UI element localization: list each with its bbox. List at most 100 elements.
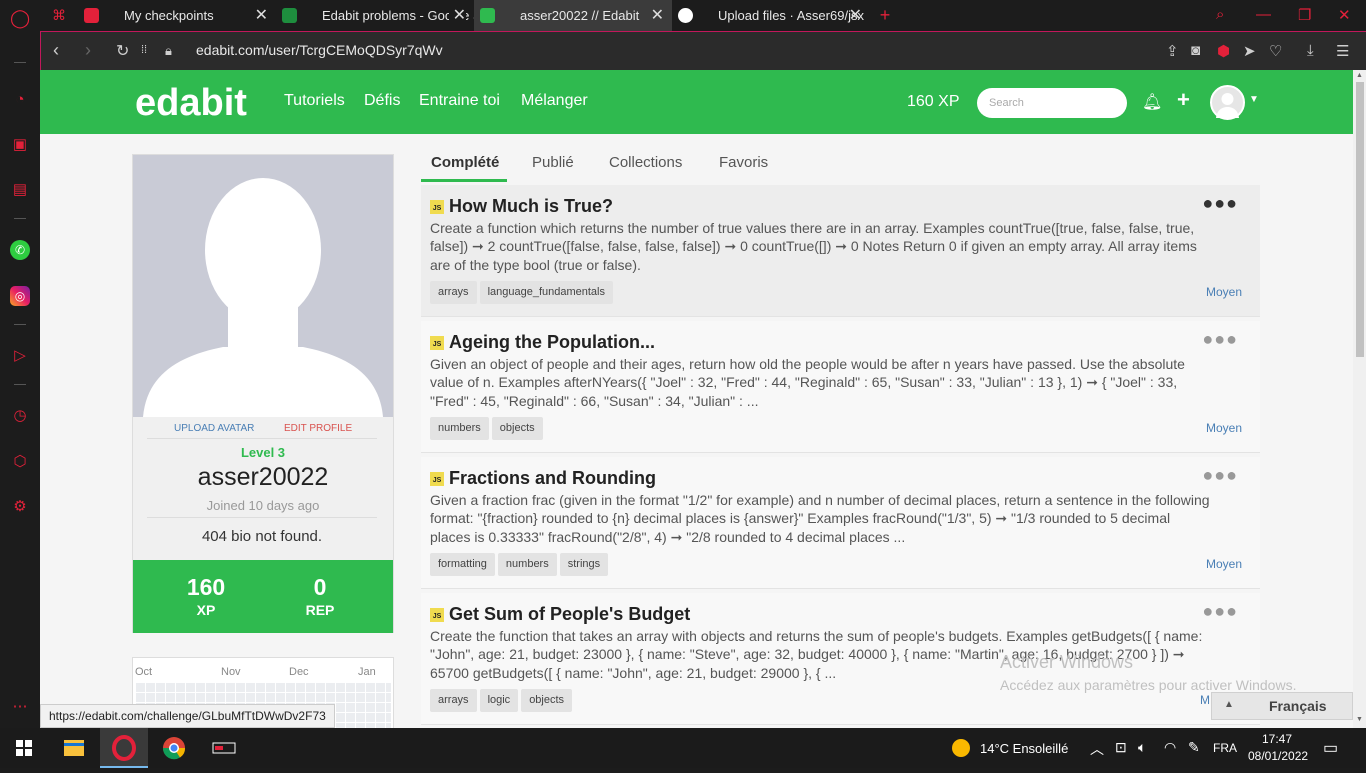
tab-my-checkpoints[interactable]: My checkpoints ✕ bbox=[78, 0, 276, 31]
upload-avatar-link[interactable]: UPLOAD AVATAR bbox=[174, 423, 254, 434]
nav-shuffle[interactable]: Mélanger bbox=[521, 92, 588, 110]
tag[interactable]: objects bbox=[521, 689, 573, 712]
whatsapp-icon[interactable]: ✆ bbox=[10, 240, 30, 260]
clock-time[interactable]: 17:47 bbox=[1262, 732, 1292, 746]
sun-icon[interactable] bbox=[952, 739, 970, 757]
nav-challenges[interactable]: Défis bbox=[364, 92, 400, 110]
bell-icon[interactable]: 🔔︎ bbox=[1142, 92, 1162, 112]
restore-icon[interactable]: ❐ bbox=[1298, 6, 1311, 24]
tab-completed[interactable]: Complété bbox=[431, 154, 499, 171]
language-selector[interactable]: ▲ Français bbox=[1211, 692, 1353, 720]
menu-icon[interactable]: ☰ bbox=[1336, 42, 1349, 60]
challenge-card[interactable]: JS How Much is True? ●●● Create a functi… bbox=[421, 185, 1260, 317]
challenge-title[interactable]: Ageing the Population... bbox=[449, 332, 655, 353]
new-tab-button[interactable]: + bbox=[870, 0, 900, 31]
search-input[interactable] bbox=[977, 88, 1127, 118]
tag[interactable]: formatting bbox=[430, 553, 495, 576]
wifi-icon[interactable]: ◠ bbox=[1164, 739, 1176, 756]
f1-game-taskbar-button[interactable] bbox=[200, 728, 248, 768]
clock-date[interactable]: 08/01/2022 bbox=[1248, 749, 1308, 763]
tab-upload-files[interactable]: Upload files · Asser69/jsx ✕ bbox=[672, 0, 870, 31]
tab-edabit-problems[interactable]: Edabit problems - Google S ✕ bbox=[276, 0, 474, 31]
history-icon[interactable]: ◷ bbox=[10, 406, 30, 426]
meet-now-icon[interactable]: ⊡ bbox=[1115, 739, 1127, 756]
scrollbar-thumb[interactable] bbox=[1356, 82, 1364, 357]
more-options-icon[interactable]: ●●● bbox=[1202, 601, 1238, 622]
window-close-icon[interactable]: ✕ bbox=[1338, 6, 1351, 24]
close-icon[interactable]: ✕ bbox=[849, 0, 862, 31]
instagram-icon[interactable]: ◎ bbox=[10, 286, 30, 306]
nav-tutorials[interactable]: Tutoriels bbox=[284, 92, 345, 110]
bag-icon[interactable]: ▣ bbox=[10, 135, 30, 155]
camera-icon[interactable]: ◙ bbox=[1191, 42, 1200, 59]
tag[interactable]: objects bbox=[491, 417, 543, 440]
more-icon[interactable]: ⋯ bbox=[10, 697, 30, 717]
minimize-icon[interactable]: — bbox=[1256, 6, 1271, 23]
tag[interactable]: arrays bbox=[430, 281, 477, 304]
close-icon[interactable]: ✕ bbox=[448, 0, 466, 31]
weather-text[interactable]: 14°C Ensoleillé bbox=[980, 741, 1068, 756]
tab-favorites[interactable]: Favoris bbox=[719, 154, 768, 171]
challenge-card[interactable]: JS Fractions and Rounding ●●● Given a fr… bbox=[421, 457, 1260, 589]
lock-icon[interactable]: 🔒︎ bbox=[165, 43, 172, 59]
notification-icon[interactable]: ▭ bbox=[1323, 738, 1338, 758]
pen-icon[interactable]: ✎ bbox=[1188, 739, 1200, 756]
scroll-down-icon[interactable]: ▼ bbox=[1356, 716, 1363, 723]
opera-logo-icon[interactable]: ◯ bbox=[10, 8, 30, 28]
challenge-title[interactable]: Fractions and Rounding bbox=[449, 468, 656, 489]
tab-collections[interactable]: Collections bbox=[609, 154, 682, 171]
tag[interactable]: strings bbox=[559, 553, 609, 576]
forward-icon[interactable]: › bbox=[85, 40, 91, 61]
tag[interactable]: numbers bbox=[497, 553, 557, 576]
more-options-icon[interactable]: ●●● bbox=[1202, 193, 1238, 214]
download-icon[interactable]: ⤓ bbox=[1307, 42, 1314, 59]
tag[interactable]: arrays bbox=[430, 689, 477, 712]
close-icon[interactable]: ✕ bbox=[651, 0, 664, 31]
input-language[interactable]: FRA bbox=[1213, 741, 1237, 755]
folder-icon bbox=[64, 740, 84, 756]
adblock-icon[interactable]: ⬢ bbox=[1217, 42, 1230, 60]
challenge-title[interactable]: How Much is True? bbox=[449, 196, 613, 217]
url-field[interactable]: edabit.com/user/TcrgCEMoQDSyr7qWv bbox=[196, 42, 443, 58]
avatar[interactable] bbox=[1210, 85, 1245, 120]
start-button[interactable] bbox=[0, 728, 48, 768]
nav-practice[interactable]: Entraine toi bbox=[419, 92, 500, 110]
speed-dial-icon[interactable]: ⁞⁞ bbox=[141, 44, 147, 56]
send-icon[interactable]: ➤ bbox=[1243, 42, 1256, 60]
settings-icon[interactable]: ⚙ bbox=[10, 497, 30, 517]
challenge-card[interactable]: JS Get Sum of People's Budget ●●● Create… bbox=[421, 593, 1260, 725]
cube-icon[interactable]: ⬡ bbox=[10, 452, 30, 472]
speedometer-icon[interactable]: ◔ bbox=[10, 90, 30, 110]
heart-icon[interactable]: ♡ bbox=[1269, 42, 1282, 60]
more-options-icon[interactable]: ●●● bbox=[1202, 465, 1238, 486]
speaker-icon[interactable]: 🔈︎ bbox=[1138, 739, 1146, 756]
file-explorer-button[interactable] bbox=[50, 728, 98, 768]
tag[interactable]: logic bbox=[479, 689, 519, 712]
challenge-card[interactable]: JS Ageing the Population... ●●● Given an… bbox=[421, 321, 1260, 453]
chrome-taskbar-button[interactable] bbox=[150, 728, 198, 768]
plus-icon[interactable]: + bbox=[1177, 87, 1190, 113]
search-tabs-icon[interactable]: ⌕ bbox=[1216, 6, 1224, 23]
back-icon[interactable]: ‹ bbox=[53, 40, 59, 61]
tab-published[interactable]: Publié bbox=[532, 154, 574, 171]
player-icon[interactable]: ▷ bbox=[10, 346, 30, 366]
tab-workspaces[interactable]: ⌘ bbox=[40, 0, 78, 31]
close-icon[interactable]: ✕ bbox=[255, 0, 268, 31]
edit-profile-link[interactable]: EDIT PROFILE bbox=[284, 423, 352, 434]
reload-icon[interactable]: ↻ bbox=[116, 41, 129, 61]
tag[interactable]: language_fundamentals bbox=[479, 281, 613, 304]
tag[interactable]: numbers bbox=[430, 417, 489, 440]
sidebar-divider bbox=[14, 218, 26, 219]
share-icon[interactable]: ⇪ bbox=[1166, 42, 1179, 60]
tab-asser20022-edabit[interactable]: asser20022 // Edabit ✕ bbox=[474, 0, 672, 31]
opera-taskbar-button[interactable] bbox=[100, 728, 148, 768]
page-scrollbar[interactable]: ▲ ▼ bbox=[1353, 70, 1366, 728]
site-logo[interactable]: edabit bbox=[135, 82, 247, 125]
more-options-icon[interactable]: ●●● bbox=[1202, 329, 1238, 350]
chevron-up-icon[interactable]: ︿ bbox=[1090, 739, 1104, 759]
scroll-up-icon[interactable]: ▲ bbox=[1356, 72, 1363, 79]
chevron-down-icon[interactable]: ▼ bbox=[1249, 94, 1259, 105]
challenge-title[interactable]: Get Sum of People's Budget bbox=[449, 604, 690, 625]
challenge-tags: arrays language_fundamentals bbox=[430, 281, 616, 304]
twitch-icon[interactable]: ▤ bbox=[10, 180, 30, 200]
